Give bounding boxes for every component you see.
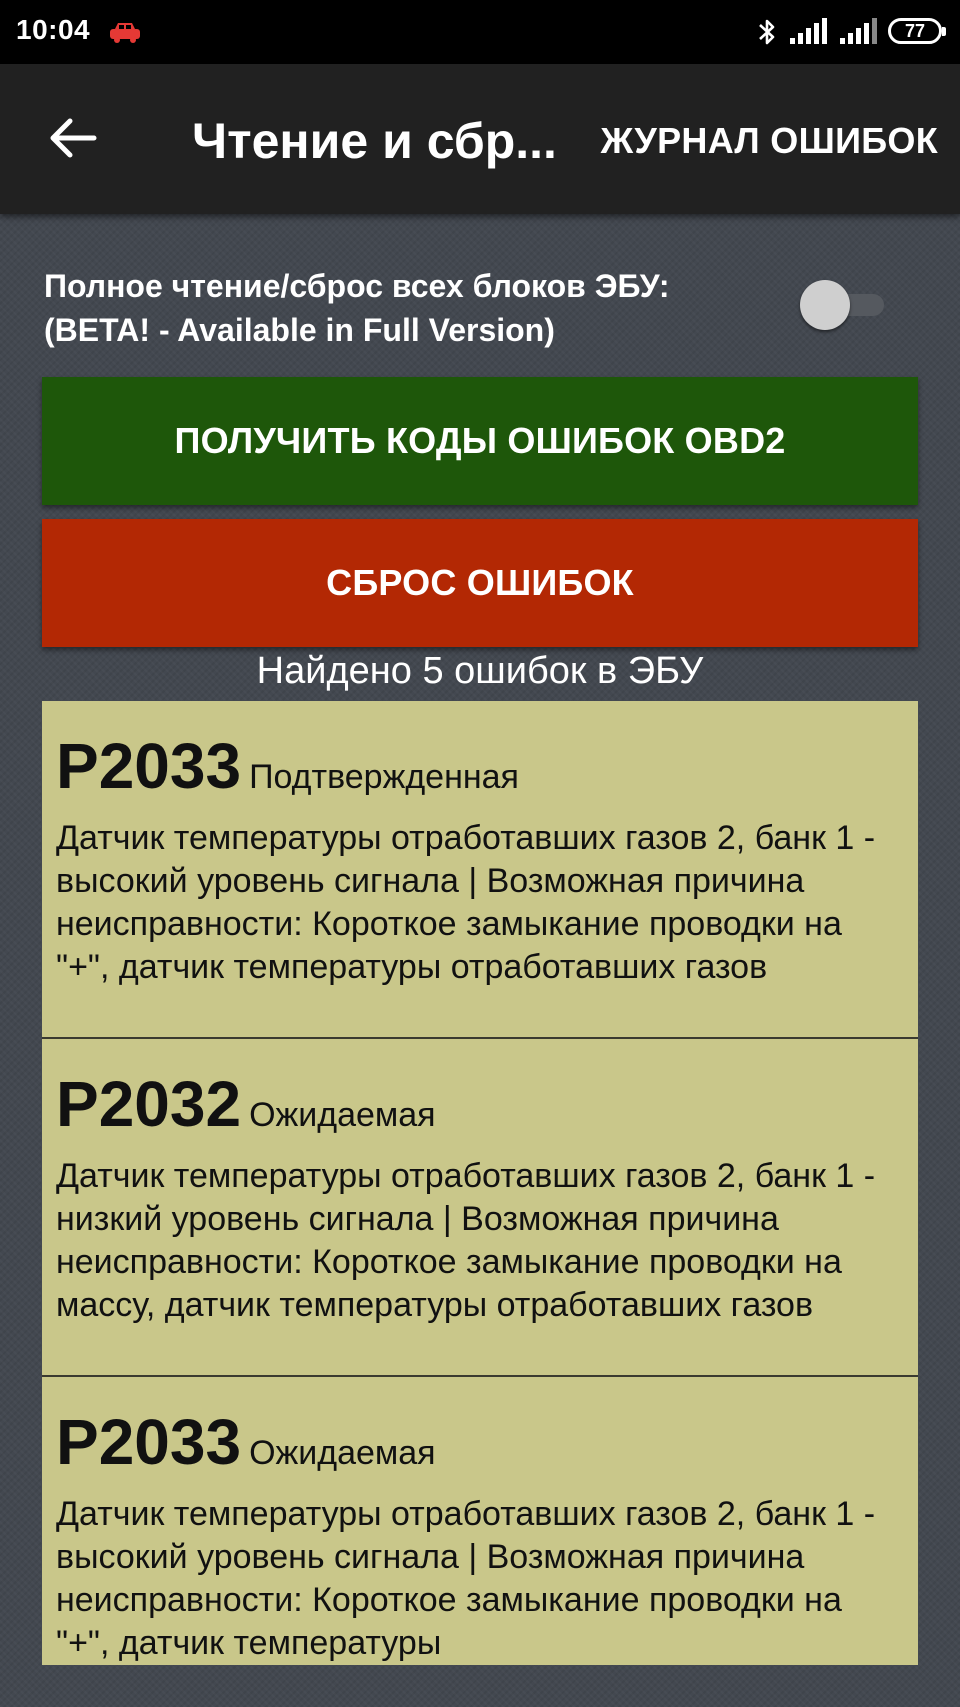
bluetooth-icon [759, 19, 775, 45]
battery-icon: 77 [888, 18, 946, 44]
page-title: Чтение и сбр... [192, 113, 557, 169]
full-scan-label-line1: Полное чтение/сброс всех блоков ЭБУ: [44, 268, 670, 304]
error-item[interactable]: P2033 Ожидаемая Датчик температуры отрабо… [42, 1377, 918, 1665]
error-description: Датчик температуры отработавших газов 2,… [56, 819, 876, 986]
status-time: 10:04 [16, 14, 91, 45]
error-code: P2033 [56, 730, 242, 802]
error-description: Датчик температуры отработавших газов 2,… [56, 1157, 876, 1324]
error-status: Ожидаемая [249, 1096, 436, 1134]
car-icon [110, 23, 140, 43]
reset-errors-button[interactable]: СБРОС ОШИБОК [42, 519, 918, 647]
full-scan-label: Полное чтение/сброс всех блоков ЭБУ: (BE… [44, 264, 914, 352]
full-scan-label-line2: (BETA! - Available in Full Version) [44, 312, 555, 348]
error-status: Ожидаемая [249, 1434, 436, 1472]
signal-icon [840, 18, 877, 44]
error-item[interactable]: P2033 Подтвержденная Датчик температуры о… [42, 701, 918, 1039]
arrow-left-icon[interactable] [48, 116, 98, 160]
error-status: Подтвержденная [249, 758, 519, 796]
error-list[interactable]: P2033 Подтвержденная Датчик температуры о… [42, 701, 918, 1665]
error-item[interactable]: P2032 Ожидаемая Датчик температуры отрабо… [42, 1039, 918, 1377]
full-scan-toggle-row: Полное чтение/сброс всех блоков ЭБУ: (BE… [44, 264, 914, 352]
signal-icon [790, 18, 827, 44]
read-codes-button[interactable]: ПОЛУЧИТЬ КОДЫ ОШИБОК OBD2 [42, 377, 918, 505]
status-bar: 10:04 77 [0, 0, 960, 64]
switch-thumb [800, 280, 850, 330]
error-head: P2032 Ожидаемая [56, 1067, 904, 1141]
error-code: P2032 [56, 1068, 242, 1140]
error-head: P2033 Подтвержденная [56, 729, 904, 803]
error-log-button[interactable]: ЖУРНАЛ ОШИБОК [601, 120, 938, 162]
full-scan-switch[interactable] [800, 278, 886, 330]
app-bar: Чтение и сбр... ЖУРНАЛ ОШИБОК [0, 64, 960, 214]
error-code: P2033 [56, 1406, 242, 1478]
error-description: Датчик температуры отработавших газов 2,… [56, 1495, 876, 1662]
errors-found-text: Найдено 5 ошибок в ЭБУ [256, 650, 704, 692]
error-head: P2033 Ожидаемая [56, 1405, 904, 1479]
